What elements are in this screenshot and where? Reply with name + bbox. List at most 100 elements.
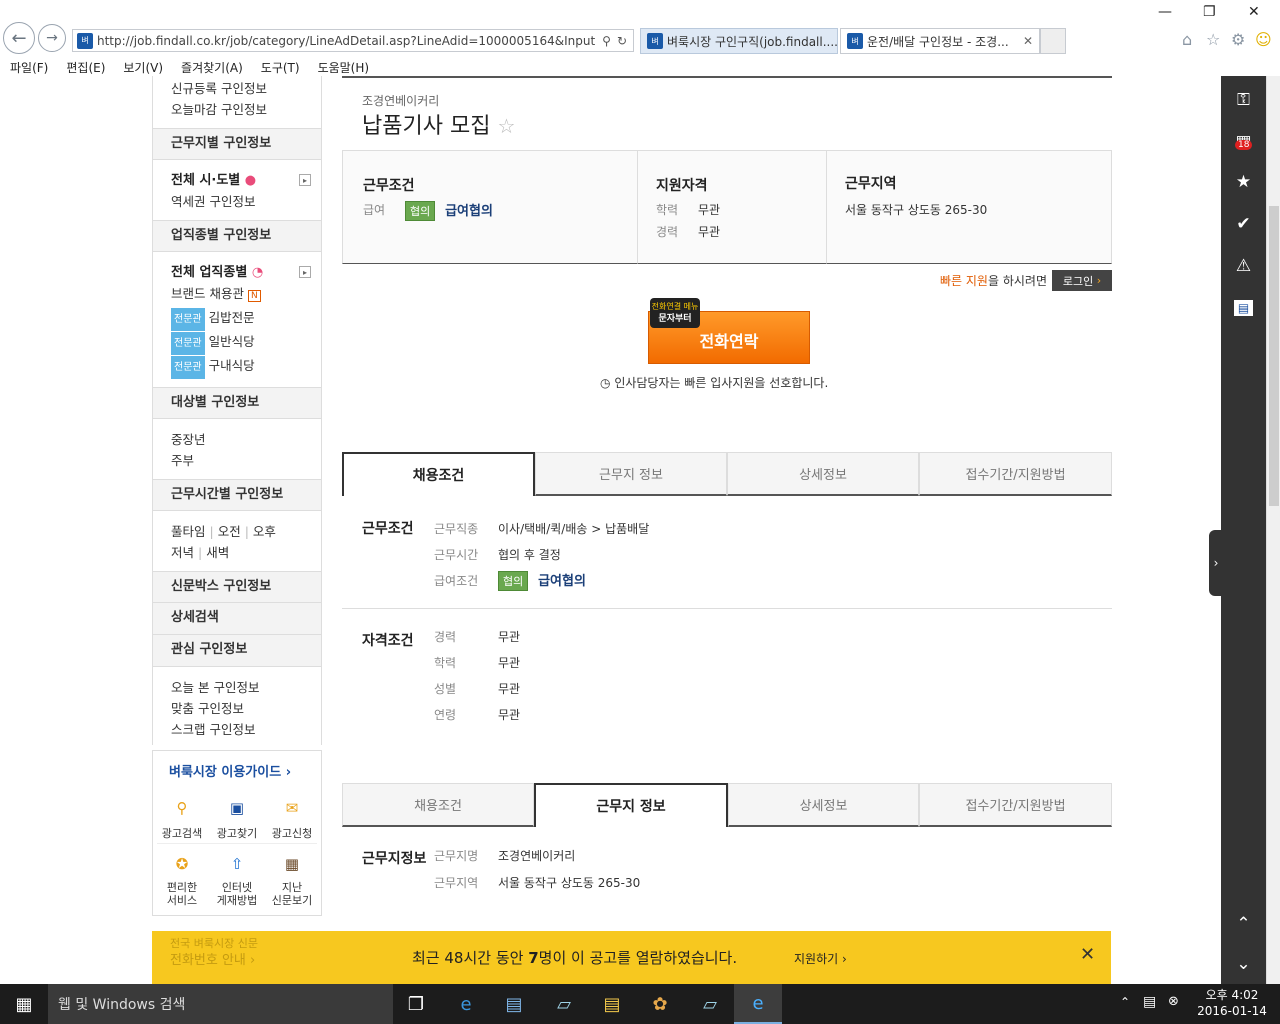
time-afternoon[interactable]: 오후 (253, 524, 276, 539)
sidebar-target-housewife[interactable]: 주부 (153, 450, 321, 471)
volume-icon[interactable]: ⊗ (1168, 994, 1179, 1009)
tab-apply-method[interactable]: 접수기간/지원방법 (919, 783, 1112, 827)
tab-delivery-jobs[interactable]: 벼 운전/배달 구인정보 - 조경... ✕ (840, 28, 1040, 54)
internet-explorer-icon[interactable]: e (734, 984, 782, 1024)
collapse-toolbar-icon[interactable]: › (1209, 530, 1223, 596)
magnifier-icon: ⚲ (176, 799, 188, 817)
task-view-icon[interactable]: ❐ (392, 984, 440, 1024)
sidebar-head-industry[interactable]: 업직종별 구인정보 (153, 220, 321, 252)
tab-findall-jobs[interactable]: 벼 벼룩시장 구인구직(job.findall.... (640, 28, 838, 54)
guide-ad-apply[interactable]: ✉ 광고신청 (267, 793, 317, 841)
sidebar-interest-custom[interactable]: 맞춤 구인정보 (153, 698, 321, 719)
negotiable-tag: 협의 (405, 201, 436, 221)
guide-past-paper[interactable]: ▦ 지난 신문보기 (267, 849, 317, 907)
menu-favorites[interactable]: 즐겨찾기(A) (171, 56, 251, 76)
sidebar-head-region[interactable]: 근무지별 구인정보 (153, 128, 321, 160)
tab-apply-method[interactable]: 접수기간/지원방법 (919, 452, 1112, 496)
scroll-bottom-icon[interactable]: ⌄ (1221, 944, 1266, 984)
tab-workplace[interactable]: 근무지 정보 (534, 783, 728, 827)
guide-ad-find[interactable]: ▣ 광고찾기 (212, 793, 262, 841)
sidebar-region-all[interactable]: 전체 시·도별 ● (153, 170, 321, 191)
time-fulltime[interactable]: 풀타임 (171, 524, 206, 539)
taskbar-search-box[interactable]: 웹 및 Windows 검색 (48, 984, 393, 1024)
page-scrollbar[interactable] (1266, 76, 1280, 984)
login-button[interactable]: 로그인 › (1052, 270, 1112, 291)
time-morning[interactable]: 오전 (218, 524, 241, 539)
expand-arrow-icon[interactable]: ▸ (299, 174, 311, 186)
menu-help[interactable]: 도움말(H) (308, 56, 378, 76)
calendar-icon[interactable]: ▦18 (1221, 122, 1266, 162)
sidebar-interest-today[interactable]: 오늘 본 구인정보 (153, 677, 321, 698)
tray-chevron-up-icon[interactable]: ⌃ (1120, 995, 1130, 1009)
guide-title[interactable]: 벼룩시장 이용가이드 › (169, 761, 291, 780)
sidebar-head-detail-search[interactable]: 상세검색 (153, 603, 321, 635)
home-icon[interactable]: ⌂ (1182, 30, 1192, 49)
alarm-icon[interactable]: ⚠ (1221, 246, 1266, 286)
minimize-icon[interactable]: — (1158, 4, 1172, 20)
favorites-star-icon[interactable]: ☆ (1206, 30, 1220, 49)
time-evening[interactable]: 저녁 (171, 545, 194, 560)
browser-titlebar: ← → 벼 http://job.findall.co.kr/job/categ… (0, 0, 1280, 56)
sidebar-link-new[interactable]: 신규등록 구인정보 (153, 78, 321, 99)
address-bar[interactable]: 벼 http://job.findall.co.kr/job/category/… (72, 29, 634, 52)
sidebar-brand[interactable]: 브랜드 채용관 N (153, 283, 321, 307)
sidebar-head-newspaper[interactable]: 신문박스 구인정보 (153, 571, 321, 603)
tab-hire-conditions[interactable]: 채용조건 (342, 452, 535, 496)
sidebar-industry-all[interactable]: 전체 업직종별 ◔ (153, 262, 321, 283)
expand-arrow-icon[interactable]: ▸ (299, 266, 311, 278)
file-explorer-icon[interactable]: ▤ (588, 984, 636, 1024)
windows-start-icon[interactable]: ▦ (0, 984, 48, 1024)
close-window-icon[interactable]: ✕ (1248, 4, 1260, 20)
tray-clock[interactable]: 오후 4:02 2016-01-14 (1192, 987, 1272, 1019)
tab-detail[interactable]: 상세정보 (727, 452, 919, 496)
back-icon[interactable]: ← (3, 22, 35, 54)
tab-hire-conditions[interactable]: 채용조건 (342, 783, 534, 827)
sidebar-interest-scrap[interactable]: 스크랩 구인정보 (153, 719, 321, 740)
sidebar-head-target[interactable]: 대상별 구인정보 (153, 387, 321, 419)
guide-ad-search[interactable]: ⚲ 광고검색 (157, 793, 207, 841)
sidebar-pro-1[interactable]: 전문관 김밥전문 (153, 307, 321, 331)
new-tab-button[interactable] (1040, 28, 1066, 54)
tab-detail[interactable]: 상세정보 (728, 783, 919, 827)
apply-link[interactable]: 지원하기 › (794, 950, 847, 967)
forward-icon[interactable]: → (38, 24, 66, 52)
sidebar-pro-3[interactable]: 전문관 구내식당 (153, 355, 321, 379)
edge-icon[interactable]: e (442, 984, 490, 1024)
close-banner-icon[interactable]: ✕ (1080, 944, 1095, 965)
sidebar-link-closing[interactable]: 오늘마감 구인정보 (153, 99, 321, 120)
refresh-icon[interactable]: ↻ (617, 34, 627, 48)
guide-service[interactable]: ✪ 편리한 서비스 (157, 849, 207, 907)
app-icon[interactable]: ▤ (490, 984, 538, 1024)
lock-icon[interactable]: ⚿ (1221, 80, 1266, 120)
time-dawn[interactable]: 새벽 (206, 545, 229, 560)
check-circle-icon[interactable]: ✔ (1221, 204, 1266, 244)
settings-gear-icon[interactable]: ⚙ (1231, 30, 1245, 49)
scrap-star-icon[interactable]: ☆ (497, 114, 515, 138)
menu-edit[interactable]: 편집(E) (56, 56, 113, 76)
close-tab-icon[interactable]: ✕ (1023, 34, 1033, 48)
edu-label: 학력 (656, 203, 679, 217)
app-icon[interactable]: ▱ (686, 984, 734, 1024)
sidebar-subway[interactable]: 역세권 구인정보 (153, 191, 321, 212)
smiley-feedback-icon[interactable]: ☺ (1255, 30, 1272, 49)
newspaper-icon[interactable]: ▤ (1221, 288, 1266, 328)
scrollbar-thumb[interactable] (1269, 206, 1279, 506)
paint-icon[interactable]: ✿ (636, 984, 684, 1024)
scroll-top-icon[interactable]: ⌃ (1221, 904, 1266, 944)
sidebar-head-interest[interactable]: 관심 구인정보 (153, 635, 321, 667)
tab-workplace[interactable]: 근무지 정보 (535, 452, 727, 496)
action-center-icon[interactable]: ▤ (1143, 994, 1156, 1010)
app-icon[interactable]: ▱ (540, 984, 588, 1024)
guide-internet[interactable]: ⇧ 인터넷 게재방법 (212, 849, 262, 907)
menu-file[interactable]: 파일(F) (0, 56, 56, 76)
menu-view[interactable]: 보기(V) (113, 56, 171, 76)
star-icon[interactable]: ★ (1221, 162, 1266, 202)
sidebar-head-time[interactable]: 근무시간별 구인정보 (153, 479, 321, 511)
phone-guide-faded[interactable]: 전국 벼룩시장 신문 전화번호 안내 › (170, 935, 258, 969)
menu-tools[interactable]: 도구(T) (251, 56, 308, 76)
search-icon[interactable]: ⚲ (602, 34, 611, 48)
sidebar-target-senior[interactable]: 중장년 (153, 429, 321, 450)
sidebar-pro-2[interactable]: 전문관 일반식당 (153, 331, 321, 355)
guide-title-label: 벼룩시장 이용가이드 (169, 765, 282, 780)
restore-icon[interactable]: ❐ (1203, 4, 1216, 20)
